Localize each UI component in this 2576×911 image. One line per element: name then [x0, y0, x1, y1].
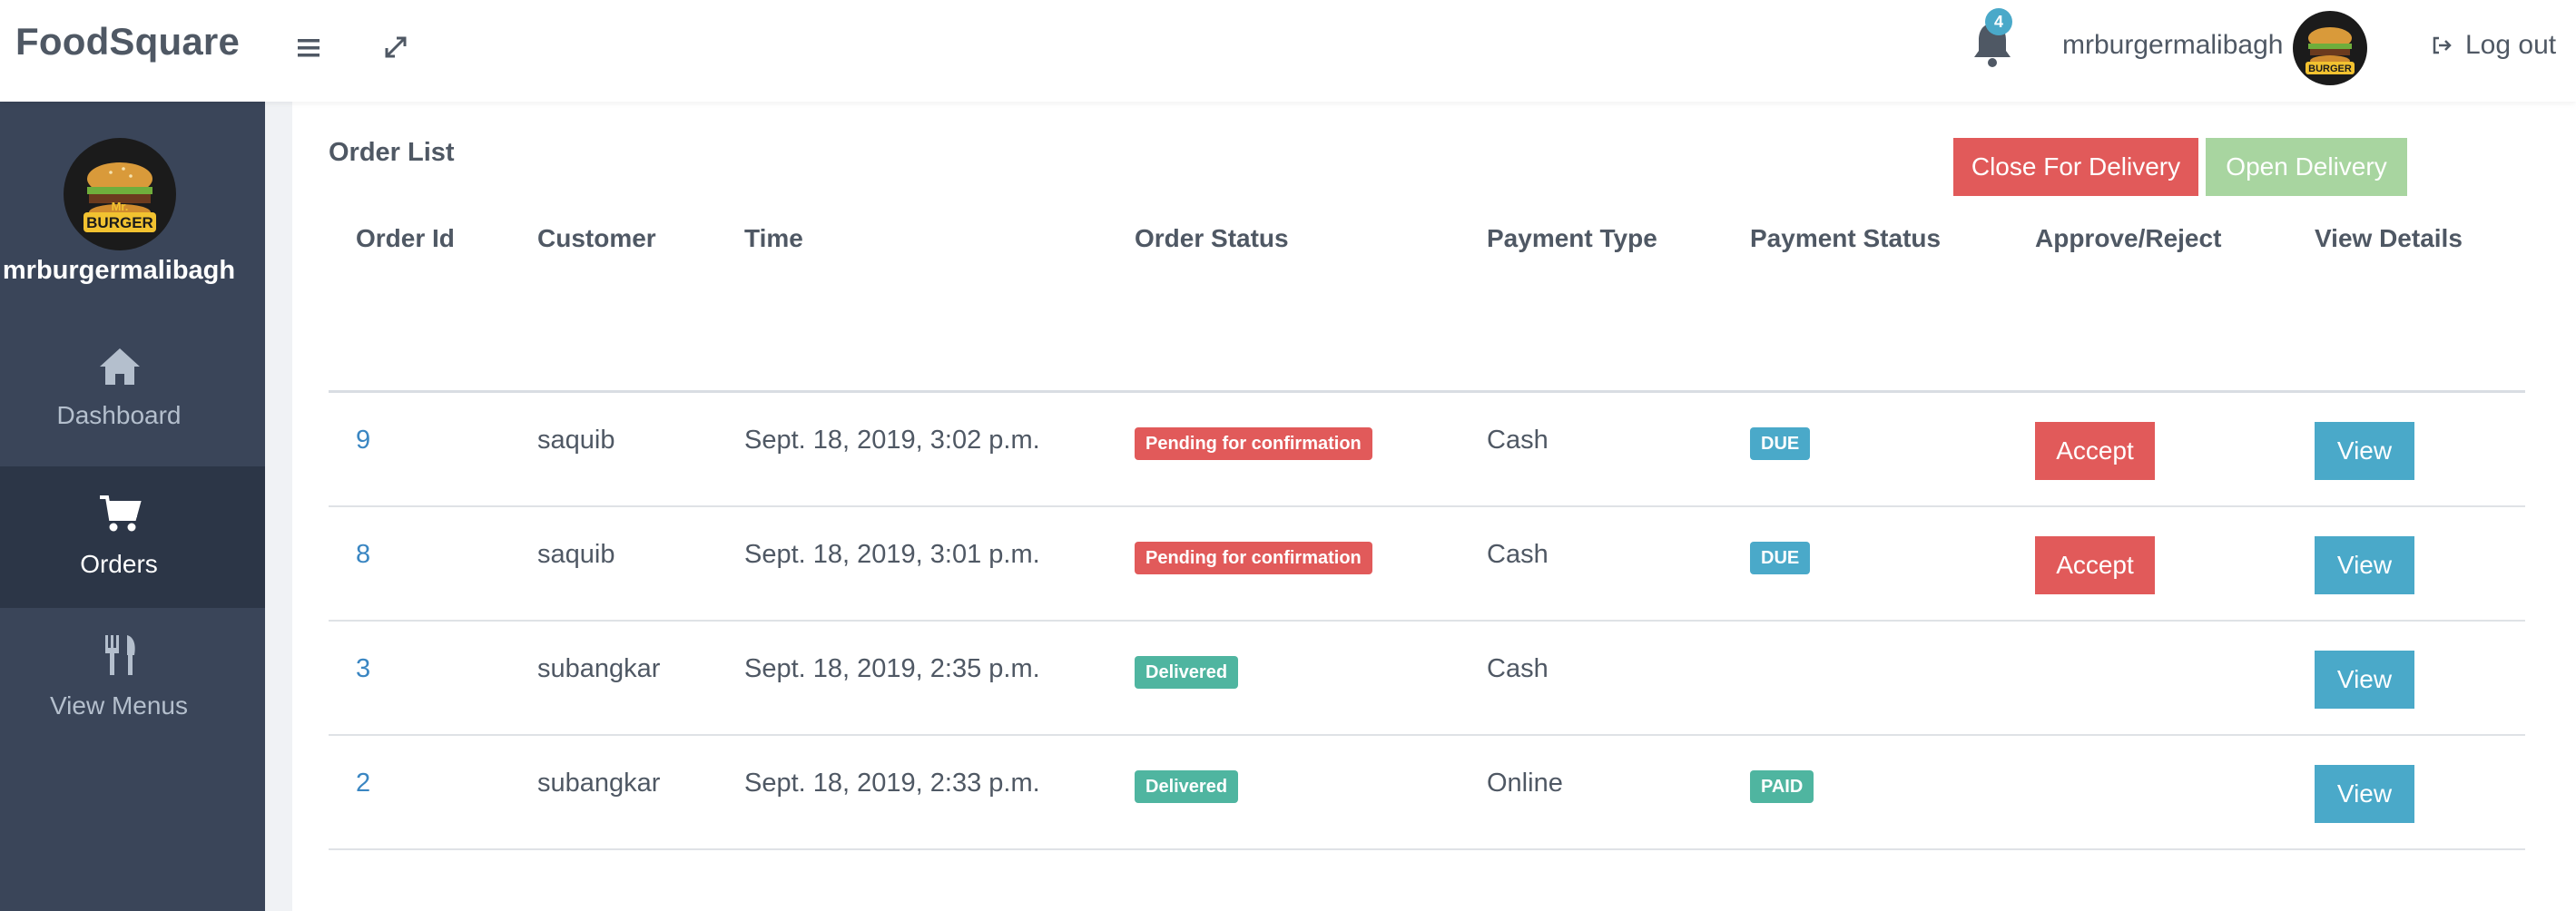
sidebar-avatar: Mr. BURGER — [64, 138, 176, 250]
table-row: 2 subangkar Sept. 18, 2019, 2:33 p.m. De… — [329, 736, 2525, 850]
sidebar-item-orders[interactable]: Orders — [0, 466, 265, 608]
svg-text:BURGER: BURGER — [86, 214, 153, 231]
time-cell: Sept. 18, 2019, 3:02 p.m. — [744, 426, 1040, 455]
sidebar-item-label: Dashboard — [56, 401, 182, 429]
svg-text:Mr.: Mr. — [112, 200, 129, 213]
order-id-link[interactable]: 2 — [356, 769, 370, 798]
table-row: 9 saquib Sept. 18, 2019, 3:02 p.m. Pendi… — [329, 393, 2525, 507]
utensils-icon — [98, 633, 142, 677]
order-status-badge: Pending for confirmation — [1135, 542, 1372, 574]
view-button[interactable]: View — [2315, 422, 2414, 480]
column-header-view-details[interactable]: View Details — [2315, 224, 2463, 253]
header-username[interactable]: mrburgermalibagh — [2062, 30, 2283, 61]
time-cell: Sept. 18, 2019, 3:01 p.m. — [744, 540, 1040, 569]
order-id-link[interactable]: 8 — [356, 540, 370, 570]
payment-type-cell: Cash — [1487, 654, 1549, 683]
main-content: Order List Close For Delivery Open Deliv… — [292, 102, 2576, 911]
order-status-badge: Delivered — [1135, 770, 1239, 803]
sidebar-item-label: Orders — [80, 550, 158, 578]
view-button[interactable]: View — [2315, 651, 2414, 709]
logout-label: Log out — [2465, 30, 2557, 60]
sidebar-item-label: View Menus — [49, 691, 188, 720]
table-row: 3 subangkar Sept. 18, 2019, 2:35 p.m. De… — [329, 622, 2525, 736]
view-button[interactable]: View — [2315, 765, 2414, 823]
cart-icon — [98, 492, 142, 535]
logout-button[interactable]: Log out — [2431, 30, 2556, 61]
payment-status-badge: DUE — [1750, 427, 1811, 460]
header-avatar[interactable]: BURGER — [2293, 11, 2367, 85]
customer-cell: saquib — [537, 540, 615, 569]
column-header-payment-status[interactable]: Payment Status — [1750, 224, 1941, 253]
time-cell: Sept. 18, 2019, 2:35 p.m. — [744, 654, 1040, 683]
customer-cell: subangkar — [537, 769, 661, 798]
view-button[interactable]: View — [2315, 536, 2414, 594]
hamburger-menu-icon[interactable] — [295, 34, 322, 62]
accept-button[interactable]: Accept — [2035, 536, 2155, 594]
column-header-customer[interactable]: Customer — [537, 224, 656, 253]
sidebar-username: mrburgermalibagh — [2, 256, 236, 285]
column-header-order-id[interactable]: Order Id — [356, 224, 455, 253]
logout-icon — [2433, 36, 2452, 54]
column-header-time[interactable]: Time — [744, 224, 803, 253]
accept-button[interactable]: Accept — [2035, 422, 2155, 480]
payment-status-badge: PAID — [1750, 770, 1814, 803]
customer-cell: saquib — [537, 426, 615, 455]
sidebar-item-dashboard[interactable]: Dashboard — [0, 325, 265, 466]
expand-icon[interactable] — [381, 33, 410, 62]
column-header-order-status[interactable]: Order Status — [1135, 224, 1289, 253]
payment-type-cell: Online — [1487, 769, 1563, 798]
order-status-badge: Pending for confirmation — [1135, 427, 1372, 460]
sidebar-item-view-menus[interactable]: View Menus — [0, 608, 265, 749]
column-header-payment-type[interactable]: Payment Type — [1487, 224, 1657, 253]
payment-type-cell: Cash — [1487, 540, 1549, 569]
svg-text:BURGER: BURGER — [2308, 64, 2352, 74]
payment-status-badge: DUE — [1750, 542, 1811, 574]
time-cell: Sept. 18, 2019, 2:33 p.m. — [744, 769, 1040, 798]
sidebar: Mr. BURGER mrburgermalibagh Dashboard Or… — [0, 102, 265, 911]
payment-type-cell: Cash — [1487, 426, 1549, 455]
page-title: Order List — [329, 138, 455, 167]
customer-cell: subangkar — [537, 654, 661, 683]
close-for-delivery-button[interactable]: Close For Delivery — [1953, 138, 2198, 196]
notification-count-badge: 4 — [1985, 8, 2012, 35]
column-header-approve-reject[interactable]: Approve/Reject — [2035, 224, 2221, 253]
order-status-badge: Delivered — [1135, 656, 1239, 689]
table-row: 8 saquib Sept. 18, 2019, 3:01 p.m. Pendi… — [329, 507, 2525, 622]
top-navbar: FoodSquare 4 mrburgermalibagh BURGER Log… — [0, 0, 2576, 102]
order-id-link[interactable]: 9 — [356, 426, 370, 456]
order-id-link[interactable]: 3 — [356, 654, 370, 684]
open-delivery-button[interactable]: Open Delivery — [2206, 138, 2407, 196]
app-brand[interactable]: FoodSquare — [15, 20, 240, 64]
home-icon — [98, 345, 142, 388]
